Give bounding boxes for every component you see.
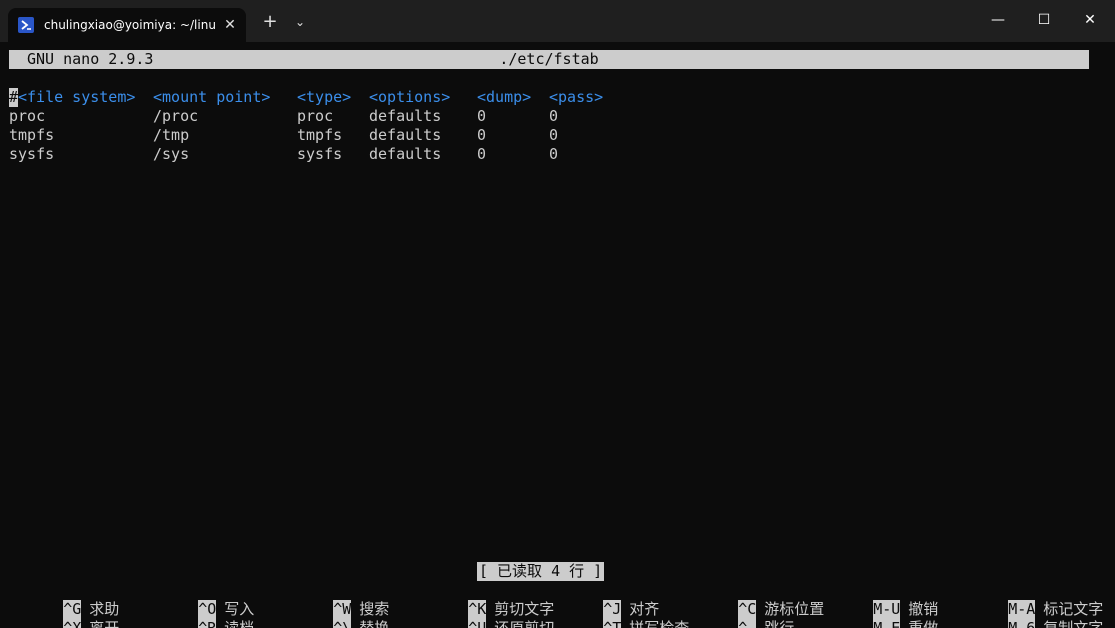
- shortcut-label: 复制文字: [1043, 619, 1104, 628]
- buffer-line[interactable]: sysfs /sys sysfs defaults 0 0: [9, 145, 1109, 164]
- new-tab-icon[interactable]: +: [258, 10, 282, 34]
- fs-cell: proc: [9, 107, 46, 125]
- mount-cell: /sys: [153, 145, 190, 163]
- buffer-line[interactable]: tmpfs /tmp tmpfs defaults 0 0: [9, 126, 1109, 145]
- shortcut-mark[interactable]: M-A 标记文字: [954, 581, 1103, 619]
- shortcut-exit[interactable]: ^X 离开: [9, 600, 119, 628]
- comment-mount-point: <mount point>: [153, 88, 271, 106]
- shortcut-key: ^\: [333, 619, 352, 628]
- shortcut-uncut[interactable]: ^U 还原剪切: [414, 600, 554, 628]
- pass-cell: 0: [549, 145, 559, 163]
- close-window-button[interactable]: ✕: [1067, 4, 1113, 36]
- shortcut-key: ^T: [603, 619, 622, 628]
- tab-title: chulingxiao@yoimiya: ~/linux: [44, 18, 216, 32]
- comment-file-system: <file system>: [18, 88, 136, 106]
- shortcut-key: ^X: [63, 619, 82, 628]
- dump-cell: 0: [477, 145, 487, 163]
- title-bar: chulingxiao@yoimiya: ~/linux ✕ + ⌄ — ☐ ✕: [0, 0, 1115, 42]
- text-cursor: #: [9, 88, 19, 107]
- minimize-button[interactable]: —: [975, 4, 1021, 36]
- shortcut-justify[interactable]: ^J 对齐: [549, 581, 659, 619]
- shortcut-label: 重做: [908, 619, 939, 628]
- fs-cell: sysfs: [9, 145, 55, 163]
- type-cell: sysfs: [297, 145, 343, 163]
- mount-cell: /proc: [153, 107, 199, 125]
- close-tab-icon[interactable]: ✕: [220, 15, 240, 35]
- shortcut-label: 替换: [359, 619, 390, 628]
- shortcut-goto-line[interactable]: ^_ 跳行: [684, 600, 794, 628]
- type-cell: proc: [297, 107, 334, 125]
- shortcut-read[interactable]: ^R 读档: [144, 600, 254, 628]
- shortcut-label: 读档: [224, 619, 255, 628]
- shortcut-help[interactable]: ^G 求助: [9, 581, 119, 619]
- shortcut-search[interactable]: ^W 搜索: [279, 581, 389, 619]
- comment-pass: <pass>: [549, 88, 604, 106]
- pass-cell: 0: [549, 107, 559, 125]
- shortcut-copy[interactable]: M-6 复制文字: [954, 600, 1103, 628]
- mount-cell: /tmp: [153, 126, 190, 144]
- shortcut-write[interactable]: ^O 写入: [144, 581, 254, 619]
- dump-cell: 0: [477, 126, 487, 144]
- comment-type: <type>: [297, 88, 352, 106]
- status-message: [ 已读取 4 行 ]: [477, 562, 605, 581]
- shortcut-key: ^R: [198, 619, 217, 628]
- comment-options: <options>: [369, 88, 451, 106]
- shortcut-cursor-pos[interactable]: ^C 游标位置: [684, 581, 824, 619]
- options-cell: defaults: [369, 107, 442, 125]
- buffer-line[interactable]: proc /proc proc defaults 0 0: [9, 107, 1109, 126]
- shortcut-key: M-E: [873, 619, 901, 628]
- comment-dump: <dump>: [477, 88, 532, 106]
- nano-title-bar: ./etc/fstab GNU nano 2.9.3: [9, 50, 1089, 69]
- fs-cell: tmpfs: [9, 126, 55, 144]
- shortcut-undo[interactable]: M-U 撤销: [819, 581, 938, 619]
- shortcut-label: 离开: [89, 619, 120, 628]
- nano-version: GNU nano 2.9.3: [27, 50, 154, 68]
- terminal-tab[interactable]: chulingxiao@yoimiya: ~/linux ✕: [8, 8, 246, 42]
- shortcut-key: M-6: [1008, 619, 1036, 628]
- shortcut-label: 跳行: [764, 619, 795, 628]
- shortcut-cut[interactable]: ^K 剪切文字: [414, 581, 554, 619]
- file-name: ./etc/fstab: [499, 50, 599, 68]
- maximize-button[interactable]: ☐: [1021, 4, 1067, 36]
- chevron-down-icon[interactable]: ⌄: [288, 10, 312, 34]
- options-cell: defaults: [369, 145, 442, 163]
- type-cell: tmpfs: [297, 126, 343, 144]
- shortcut-replace[interactable]: ^\ 替换: [279, 600, 389, 628]
- shortcut-spell[interactable]: ^T 拼写检查: [549, 600, 689, 628]
- buffer-line-comment[interactable]: # <file system> <mount point> <type> <op…: [9, 88, 1109, 107]
- shortcut-key: ^U: [468, 619, 487, 628]
- terminal-window: chulingxiao@yoimiya: ~/linux ✕ + ⌄ — ☐ ✕…: [0, 0, 1115, 628]
- shortcut-redo[interactable]: M-E 重做: [819, 600, 938, 628]
- shortcut-key: ^_: [738, 619, 757, 628]
- shortcut-label: 还原剪切: [494, 619, 555, 628]
- shortcut-label: 拼写检查: [629, 619, 690, 628]
- terminal-content[interactable]: ./etc/fstab GNU nano 2.9.3 # <file syste…: [0, 42, 1115, 628]
- options-cell: defaults: [369, 126, 442, 144]
- dump-cell: 0: [477, 107, 487, 125]
- powershell-icon: [18, 17, 34, 33]
- pass-cell: 0: [549, 126, 559, 144]
